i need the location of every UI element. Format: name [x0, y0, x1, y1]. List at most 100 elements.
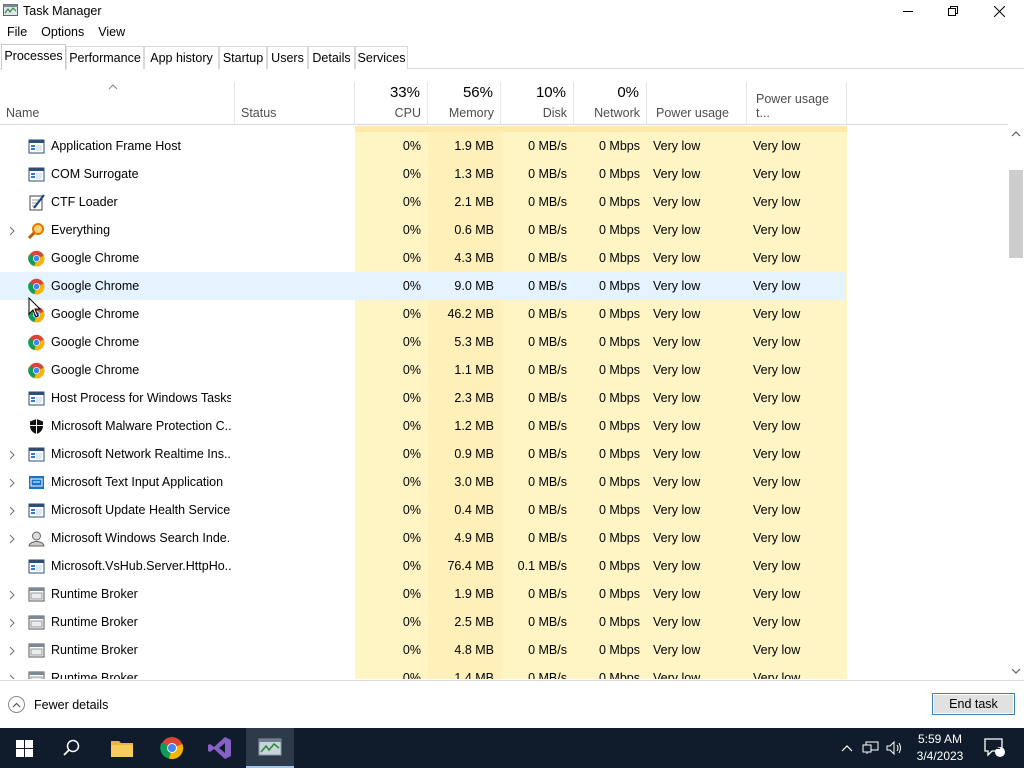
process-disk: 0 MB/s: [528, 615, 567, 629]
process-row[interactable]: Google Chrome 0% 4.3 MB 0 MB/s 0 Mbps Very lo…: [0, 244, 846, 272]
start-button[interactable]: [0, 728, 48, 768]
tab-services[interactable]: Services: [355, 46, 408, 69]
process-row[interactable]: Microsoft.VsHub.Server.HttpHo... 0% 76.4 M…: [0, 552, 846, 580]
column-name[interactable]: Name: [0, 82, 235, 125]
process-row[interactable]: Everything 0% 0.6 MB 0 MB/s 0 Mbps Very low Ve…: [0, 216, 846, 244]
action-center-button[interactable]: 2: [980, 728, 1010, 768]
process-row[interactable]: Google Chrome 0% 1.1 MB 0 MB/s 0 Mbps Very lo…: [0, 356, 846, 384]
process-power-usage-trend: Very low: [753, 503, 801, 517]
process-network: 0 Mbps: [599, 475, 640, 489]
process-power-usage-trend: Very low: [753, 223, 801, 237]
process-row[interactable]: Host Process for Windows Tasks 0% 2.3 MB 0 …: [0, 384, 846, 412]
tab-startup[interactable]: Startup: [219, 46, 267, 69]
menu-file[interactable]: File: [0, 22, 34, 44]
chrome-icon: [28, 362, 45, 379]
column-power-usage-trend[interactable]: Power usage t...: [747, 82, 847, 125]
process-row[interactable]: Google Chrome 0% 46.2 MB 0 MB/s 0 Mbps Very l…: [0, 300, 846, 328]
process-row[interactable]: Runtime Broker 0% 2.5 MB 0 MB/s 0 Mbps Very l…: [0, 608, 846, 636]
taskbar-search-button[interactable]: [48, 728, 96, 768]
chevron-right-icon[interactable]: [8, 505, 16, 516]
chevron-right-icon[interactable]: [8, 533, 16, 544]
process-row[interactable]: Runtime Broker 0% 4.8 MB 0 MB/s 0 Mbps Very l…: [0, 636, 846, 664]
process-cpu: 0%: [402, 615, 421, 629]
process-power-usage-trend: Very low: [753, 615, 801, 629]
chevron-right-icon[interactable]: [8, 645, 16, 656]
tab-details[interactable]: Details: [308, 46, 355, 69]
restore-button[interactable]: [930, 0, 976, 22]
scroll-down-icon[interactable]: [1011, 667, 1021, 675]
column-memory[interactable]: 56% Memory: [428, 82, 501, 125]
process-network: 0 Mbps: [599, 587, 640, 601]
process-disk: 0 MB/s: [528, 503, 567, 517]
process-row[interactable]: Google Chrome 0% 5.3 MB 0 MB/s 0 Mbps Very lo…: [0, 328, 846, 356]
taskbar-task-manager[interactable]: [246, 728, 294, 768]
process-cpu: 0%: [402, 279, 421, 293]
process-network: 0 Mbps: [599, 307, 640, 321]
network-tray-button[interactable]: [860, 728, 882, 768]
column-power-usage[interactable]: Power usage: [647, 82, 747, 125]
process-network: 0 Mbps: [599, 503, 640, 517]
restore-icon: [948, 6, 958, 16]
end-task-button[interactable]: End task: [932, 693, 1015, 715]
process-row[interactable]: CTF Loader 0% 2.1 MB 0 MB/s 0 Mbps Very low Ve…: [0, 188, 846, 216]
taskbar-file-explorer[interactable]: [98, 728, 146, 768]
taskbar-visual-studio[interactable]: [196, 728, 244, 768]
process-row[interactable]: Runtime Broker 0% 1.9 MB 0 MB/s 0 Mbps Very l…: [0, 580, 846, 608]
process-power-usage: Very low: [653, 447, 701, 461]
taskbar-clock[interactable]: 5:59 AM 3/4/2023: [908, 731, 972, 765]
process-row[interactable]: Microsoft Windows Search Inde... 0% 4.9 MB…: [0, 524, 846, 552]
chevron-right-icon[interactable]: [8, 225, 16, 236]
column-status[interactable]: Status: [235, 82, 355, 125]
app-window-icon: [28, 138, 45, 155]
cpu-total-percent: 33%: [389, 84, 420, 101]
menu-options[interactable]: Options: [34, 22, 91, 44]
process-disk: 0 MB/s: [528, 251, 567, 265]
process-cpu: 0%: [402, 335, 421, 349]
tab-processes[interactable]: Processes: [1, 44, 66, 70]
process-memory: 0.4 MB: [454, 503, 494, 517]
chevron-right-icon[interactable]: [8, 477, 16, 488]
process-disk: 0 MB/s: [528, 167, 567, 181]
file-explorer-icon: [111, 741, 133, 757]
network-icon: [862, 741, 879, 754]
chevron-right-icon[interactable]: [8, 589, 16, 600]
process-row[interactable]: Microsoft Malware Protection C... 0% 1.2 M…: [0, 412, 846, 440]
tab-users[interactable]: Users: [267, 46, 308, 69]
process-disk: 0 MB/s: [528, 587, 567, 601]
volume-tray-button[interactable]: [884, 728, 906, 768]
chevron-right-icon[interactable]: [8, 449, 16, 460]
close-button[interactable]: [976, 0, 1022, 22]
column-network[interactable]: 0% Network: [574, 82, 647, 125]
process-network: 0 Mbps: [599, 391, 640, 405]
scroll-up-icon[interactable]: [1011, 130, 1021, 138]
minimize-button[interactable]: [885, 0, 931, 22]
taskbar-chrome[interactable]: [148, 728, 196, 768]
chevron-right-icon[interactable]: [8, 673, 16, 679]
search-user-icon: [28, 530, 45, 547]
process-row[interactable]: Microsoft Update Health Service 0% 0.4 MB 0…: [0, 496, 846, 524]
process-memory: 1.9 MB: [454, 587, 494, 601]
process-row[interactable]: Microsoft Text Input Application 0% 3.0 MB…: [0, 468, 846, 496]
column-disk[interactable]: 10% Disk: [501, 82, 574, 125]
process-row[interactable]: Google Chrome 0% 9.0 MB 0 MB/s 0 Mbps Very lo…: [0, 272, 846, 300]
chevron-right-icon[interactable]: [8, 617, 16, 628]
fewer-details-toggle[interactable]: Fewer details: [8, 696, 108, 713]
scrollbar-thumb[interactable]: [1009, 170, 1023, 258]
process-network: 0 Mbps: [599, 195, 640, 209]
process-row[interactable]: Application Frame Host 0% 1.9 MB 0 MB/s 0 Mb…: [0, 132, 846, 160]
process-row[interactable]: Microsoft Network Realtime Ins... 0% 0.9 M…: [0, 440, 846, 468]
tab-performance[interactable]: Performance: [66, 46, 144, 69]
tab-app-history[interactable]: App history: [144, 46, 219, 69]
app-window-icon: [28, 446, 45, 463]
process-name: Microsoft Malware Protection C...: [51, 419, 231, 433]
menu-bar: File Options View: [0, 22, 1024, 44]
window-title: Task Manager: [23, 4, 102, 18]
process-power-usage: Very low: [653, 615, 701, 629]
show-hidden-icons-button[interactable]: [838, 728, 856, 768]
column-cpu[interactable]: 33% CPU: [355, 82, 428, 125]
process-row[interactable]: Runtime Broker 0% 1.4 MB 0 MB/s 0 Mbps Very l…: [0, 664, 846, 679]
process-row[interactable]: COM Surrogate 0% 1.3 MB 0 MB/s 0 Mbps Very lo…: [0, 160, 846, 188]
menu-view[interactable]: View: [91, 22, 132, 44]
windows-start-icon: [15, 739, 33, 757]
vertical-scrollbar[interactable]: [1008, 126, 1024, 679]
